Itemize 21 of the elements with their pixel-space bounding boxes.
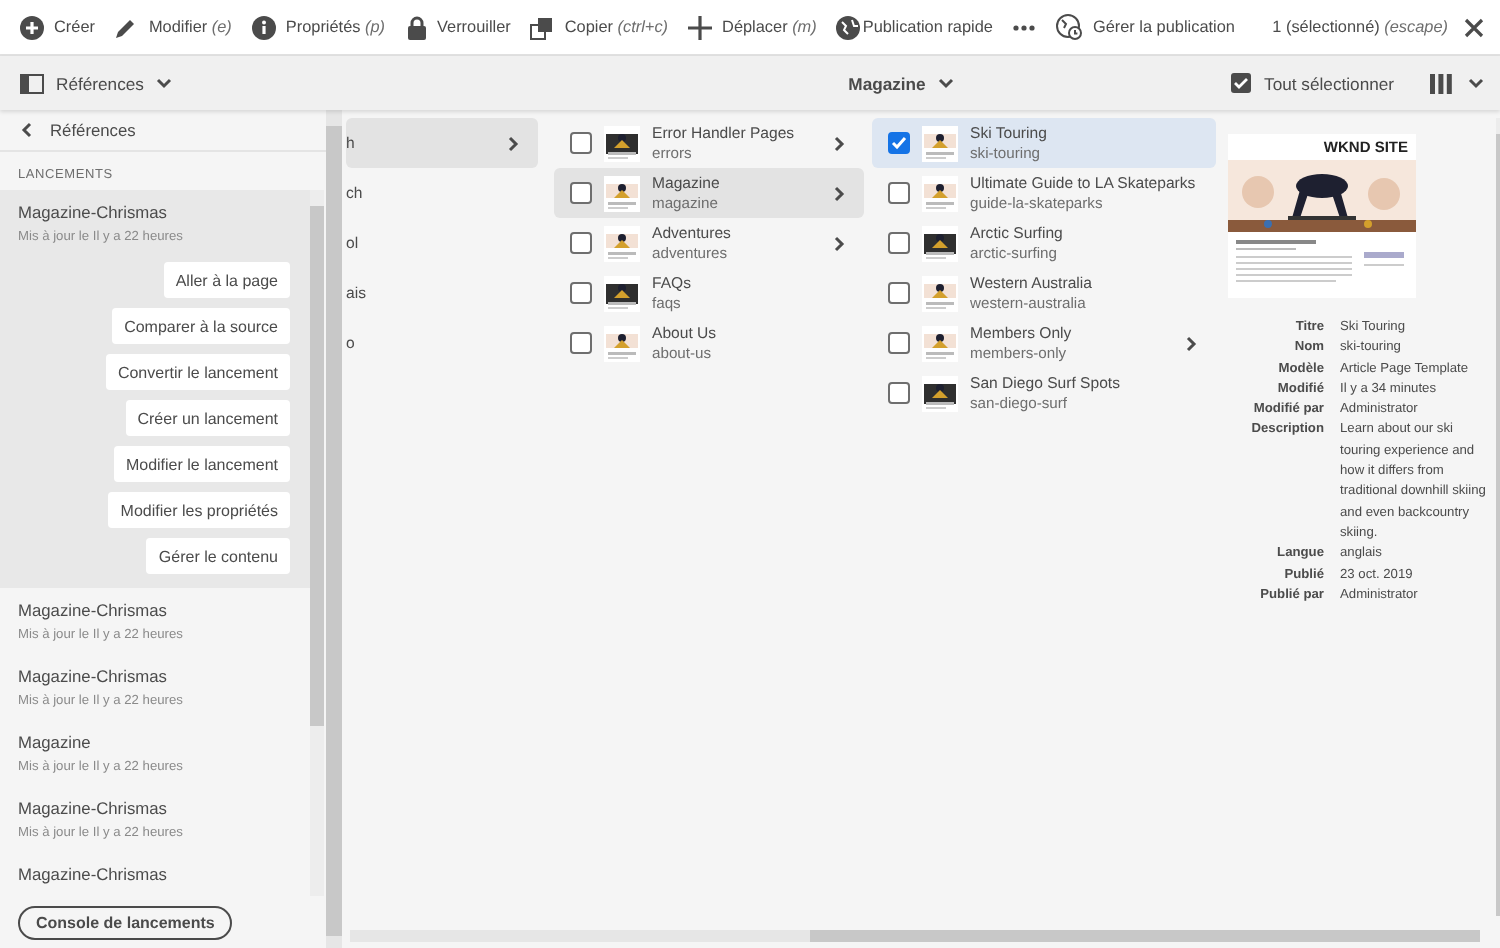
toolbar-button[interactable]: Déplacer (m) [688,15,817,39]
rail-toggle[interactable]: Références [20,73,172,93]
launch-action-button[interactable]: Convertir le lancement [105,354,290,390]
launch-console-button[interactable]: Console de lancements [18,906,233,940]
launch-item[interactable]: Magazine-Chrismas [0,852,310,894]
toolbar-button[interactable]: Verrouiller [405,15,511,39]
launch-action-button[interactable]: Modifier les propriétés [108,492,290,528]
toolbar-button[interactable]: Copier (ctrl+c) [530,15,669,39]
toolbar-button[interactable]: Créer [20,15,95,39]
launch-action-button[interactable]: Modifier le lancement [113,446,290,482]
toolbar-button[interactable]: Modifier (e) [114,15,232,39]
select-all-button[interactable]: Tout sélectionner [1230,72,1395,94]
toolbar-button[interactable]: Propriétés (p) [251,15,386,39]
selection-count: 1 (sélectionné) (escape) [1272,18,1448,36]
launch-action-button[interactable]: Aller à la page [163,262,290,298]
manage-publication-button[interactable]: Gérer la publication [1056,14,1235,40]
publish-button[interactable]: Publication rapide [836,15,993,39]
launch-action-button[interactable]: Comparer à la source [112,308,290,344]
path-dropdown[interactable]: Magazine [848,73,954,93]
launch-action-button[interactable]: Créer un lancement [125,400,290,436]
launch-action-button[interactable]: Gérer le contenu [146,538,290,574]
